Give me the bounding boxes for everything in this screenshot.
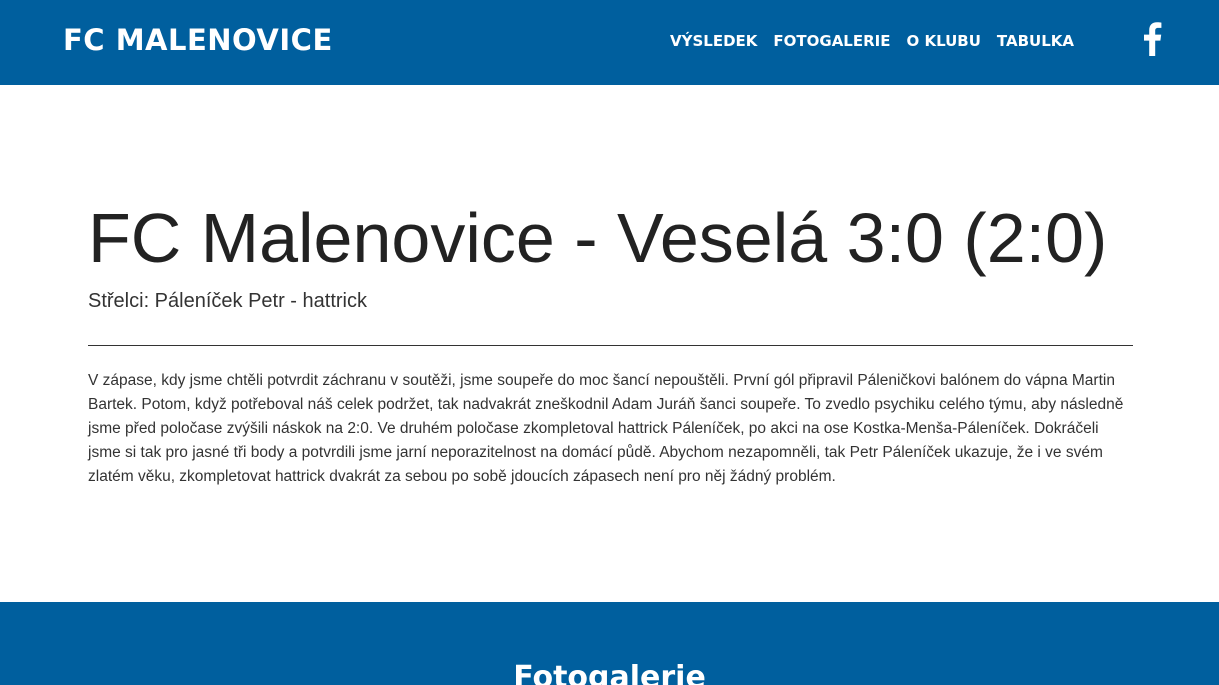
match-header: FC Malenovice - Veselá 3:0 (2:0) Střelci…: [88, 190, 1133, 314]
gallery-section: Fotogalerie: [0, 602, 1219, 685]
nav-item-tabulka[interactable]: TABULKA: [997, 31, 1074, 51]
gallery-title: Fotogalerie: [513, 660, 706, 685]
divider: [88, 345, 1133, 346]
main-nav: VÝSLEDEK FOTOGALERIE O KLUBU TABULKA: [670, 31, 1074, 51]
site-header: FC MALENOVICE VÝSLEDEK FOTOGALERIE O KLU…: [0, 0, 1219, 85]
nav-item-fotogalerie[interactable]: FOTOGALERIE: [773, 31, 890, 51]
nav-item-vysledek[interactable]: VÝSLEDEK: [670, 31, 757, 51]
facebook-icon[interactable]: [1141, 22, 1163, 56]
match-scorers: Střelci: Páleníček Petr - hattrick: [88, 290, 367, 312]
site-logo[interactable]: FC MALENOVICE: [63, 22, 333, 58]
match-report: V zápase, kdy jsme chtěli potvrdit záchr…: [88, 372, 1124, 485]
match-title: FC Malenovice - Veselá 3:0 (2:0): [88, 199, 1108, 277]
nav-item-o-klubu[interactable]: O KLUBU: [907, 31, 981, 51]
